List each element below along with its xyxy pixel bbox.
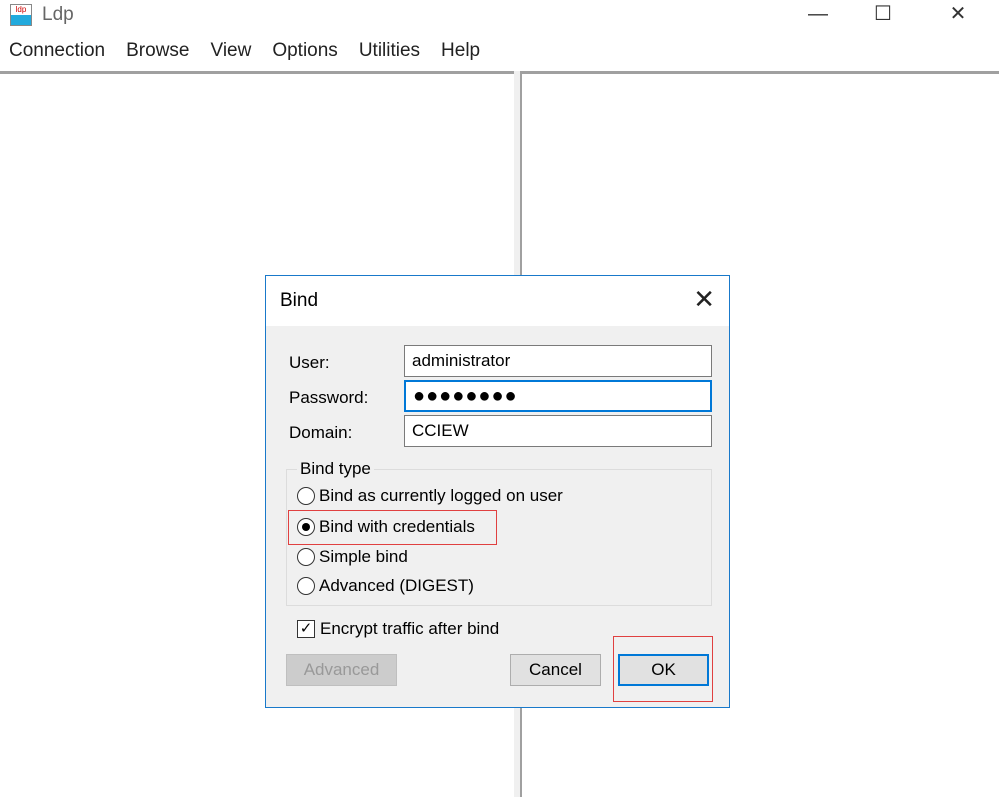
advanced-button: Advanced [286,654,397,686]
dialog-close-icon[interactable]: ✕ [693,284,715,315]
close-button[interactable]: ✕ [935,0,981,30]
encrypt-label: Encrypt traffic after bind [320,619,500,638]
user-label: User: [289,353,330,372]
domain-label: Domain: [289,423,353,442]
menu-connection[interactable]: Connection [0,40,117,70]
password-input[interactable]: ●●●●●●●● [404,380,712,412]
radio-label: Advanced (DIGEST) [319,576,474,595]
bind-type-label: Bind type [297,459,374,479]
radio-icon [297,548,315,566]
checkmark-icon: ✓ [297,620,315,638]
menu-utilities[interactable]: Utilities [350,40,432,70]
bind-dialog: Bind ✕ User: administrator Password: ●●●… [265,275,730,708]
title-bar: ldp Ldp — ☐ ✕ [0,0,999,34]
user-input[interactable]: administrator [404,345,712,377]
menu-bar: Connection Browse View Options Utilities… [0,40,492,70]
highlight-box [613,636,713,702]
minimize-button[interactable]: — [795,0,841,30]
radio-icon [297,577,315,595]
dialog-title: Bind [280,290,319,311]
menu-browse[interactable]: Browse [117,40,201,70]
cancel-button[interactable]: Cancel [510,654,601,686]
radio-simple-bind[interactable]: Simple bind [297,547,408,567]
password-label: Password: [289,388,369,407]
radio-label: Simple bind [319,547,408,566]
ldp-app-icon: ldp [10,4,32,26]
domain-input[interactable]: CCIEW [404,415,712,447]
window-title: Ldp [42,4,74,25]
menu-help[interactable]: Help [432,40,492,70]
maximize-button[interactable]: ☐ [860,0,906,30]
radio-advanced-digest[interactable]: Advanced (DIGEST) [297,576,474,596]
encrypt-checkbox[interactable]: ✓ Encrypt traffic after bind [297,619,499,639]
menu-options[interactable]: Options [263,40,349,70]
radio-current-user[interactable]: Bind as currently logged on user [297,486,563,506]
radio-icon [297,487,315,505]
radio-label: Bind as currently logged on user [319,486,563,505]
menu-view[interactable]: View [201,40,263,70]
highlight-box [288,510,497,545]
